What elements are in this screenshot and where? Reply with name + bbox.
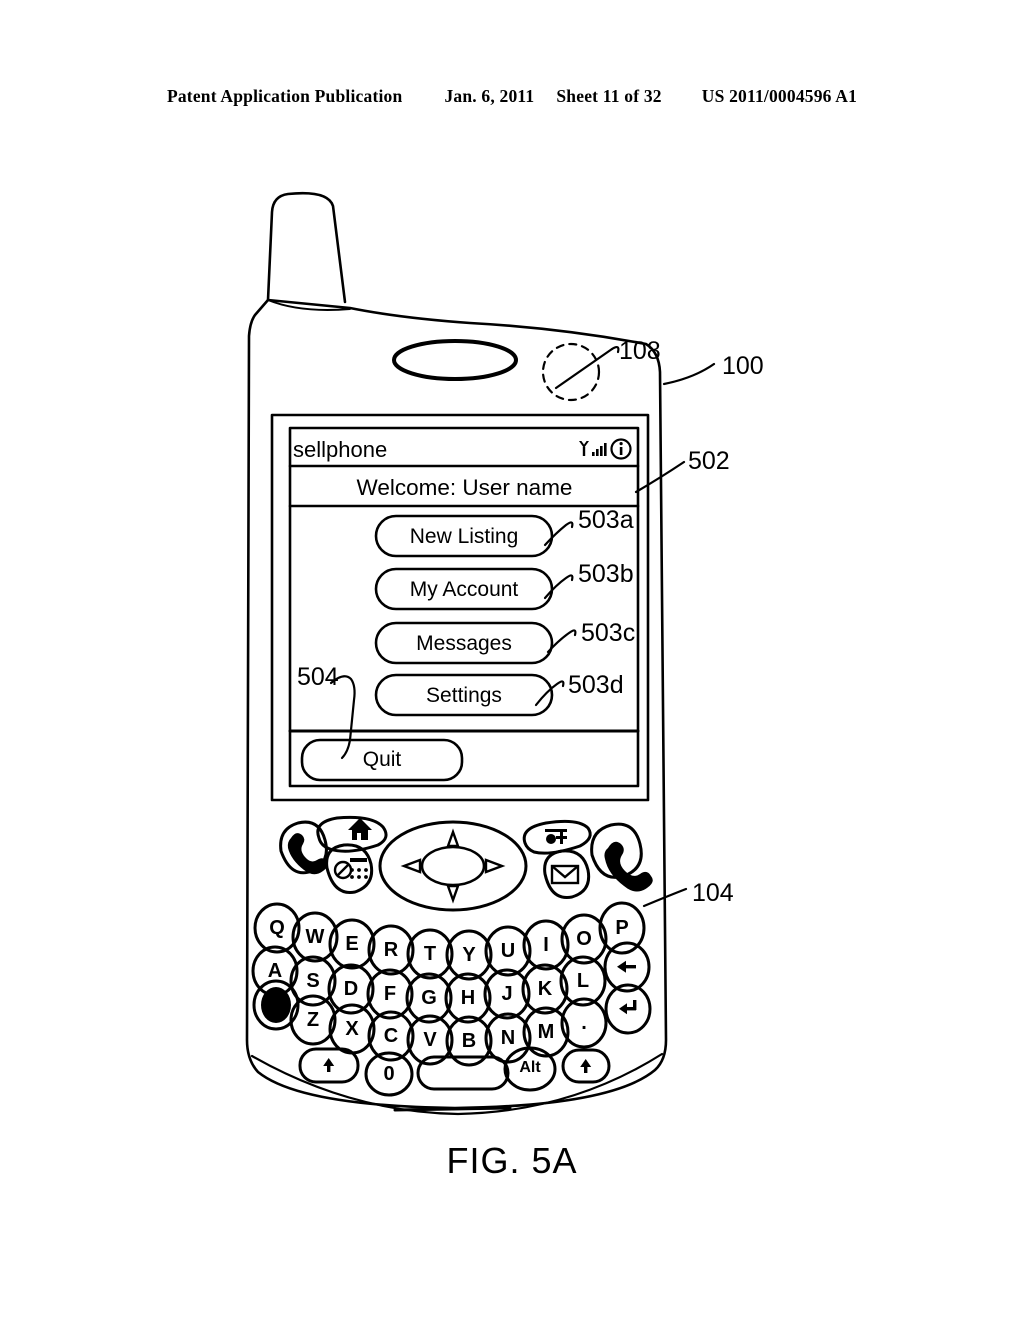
key-label-t[interactable]: T <box>416 944 444 964</box>
key-label-i[interactable]: I <box>532 935 560 955</box>
return-icon <box>619 1000 637 1015</box>
menu-item-settings[interactable]: Settings <box>376 676 552 716</box>
signal-bars-icon <box>592 443 607 456</box>
key-label-d[interactable]: D <box>337 979 365 999</box>
leader-108 <box>554 347 614 390</box>
figure-caption: FIG. 5A <box>446 1140 578 1181</box>
handset-icon <box>287 833 328 875</box>
house-icon <box>348 818 372 840</box>
key-label-n[interactable]: N <box>494 1028 522 1048</box>
key-label-alt[interactable]: Alt <box>514 1060 546 1076</box>
reference-numeral-503d: 503d <box>568 671 624 699</box>
key-label-h[interactable]: H <box>454 988 482 1008</box>
phone-bottom-edge <box>250 1052 664 1116</box>
phone-bottom-detail <box>393 1106 512 1112</box>
key-space <box>416 1055 510 1091</box>
key-label-p[interactable]: P <box>608 918 636 938</box>
dpad-down-arrow <box>446 884 460 904</box>
dialpad-icon <box>350 858 368 879</box>
info-circle-icon <box>610 438 632 460</box>
key-label-v[interactable]: V <box>416 1030 444 1050</box>
reference-numeral-503b: 503b <box>578 560 634 588</box>
welcome-message: Welcome: User name <box>356 475 573 500</box>
key-label-b[interactable]: B <box>455 1031 483 1051</box>
handset-power-icon <box>604 841 653 892</box>
shift-up-icon-left <box>323 1058 335 1072</box>
reference-numeral-503a: 503a <box>578 506 634 534</box>
navigation-pad-inner <box>420 845 486 887</box>
menu-item-new-listing[interactable]: New Listing <box>376 517 552 557</box>
backspace-icon <box>617 960 636 973</box>
key-label-o[interactable]: O <box>570 929 598 949</box>
leader-100 <box>662 362 716 386</box>
dpad-right-arrow <box>484 858 506 874</box>
key-label-r[interactable]: R <box>377 940 405 960</box>
reference-numeral-502: 502 <box>688 447 730 475</box>
key-label-period[interactable]: . <box>570 1013 598 1033</box>
quit-button-label[interactable]: Quit <box>302 741 462 779</box>
dpad-arrows <box>400 828 506 904</box>
statusbar-icons <box>578 438 642 462</box>
key-label-l[interactable]: L <box>569 971 597 991</box>
key-label-u[interactable]: U <box>494 941 522 961</box>
antenna <box>266 191 347 304</box>
key-label-z[interactable]: Z <box>299 1010 327 1030</box>
key-label-g[interactable]: G <box>415 988 443 1008</box>
key-label-a[interactable]: A <box>261 961 289 981</box>
key-label-y[interactable]: Y <box>455 945 483 965</box>
earpiece-speaker <box>392 339 518 381</box>
key-label-f[interactable]: F <box>376 984 404 1004</box>
key-label-e[interactable]: E <box>338 934 366 954</box>
menu-item-my-account[interactable]: My Account <box>376 570 552 610</box>
signal-antenna-icon <box>579 441 589 456</box>
menu-plus-icon <box>545 829 567 844</box>
reference-numeral-503c: 503c <box>581 619 636 647</box>
key-label-s[interactable]: S <box>299 971 327 991</box>
camera-indicator <box>541 342 601 402</box>
menu-item-messages[interactable]: Messages <box>376 624 552 664</box>
shift-up-icon-right <box>580 1059 592 1073</box>
key-label-m[interactable]: M <box>532 1022 560 1042</box>
key-label-w[interactable]: W <box>301 927 329 947</box>
reference-numeral-108: 108 <box>619 337 661 365</box>
dpad-up-arrow <box>446 828 460 848</box>
leader-108-hook <box>610 345 620 354</box>
key-shift-left-fill <box>261 987 291 1023</box>
reference-numeral-104: 104 <box>692 879 734 907</box>
key-label-k[interactable]: K <box>531 979 559 999</box>
key-label-x[interactable]: X <box>338 1019 366 1039</box>
dpad-left-arrow <box>400 858 422 874</box>
app-title: sellphone <box>293 437 388 462</box>
reference-numeral-504: 504 <box>297 663 339 691</box>
key-label-0[interactable]: 0 <box>375 1064 403 1084</box>
key-label-q[interactable]: Q <box>263 918 291 938</box>
key-label-j[interactable]: J <box>493 984 521 1004</box>
key-label-c[interactable]: C <box>377 1026 405 1046</box>
reference-numeral-100: 100 <box>722 352 764 380</box>
